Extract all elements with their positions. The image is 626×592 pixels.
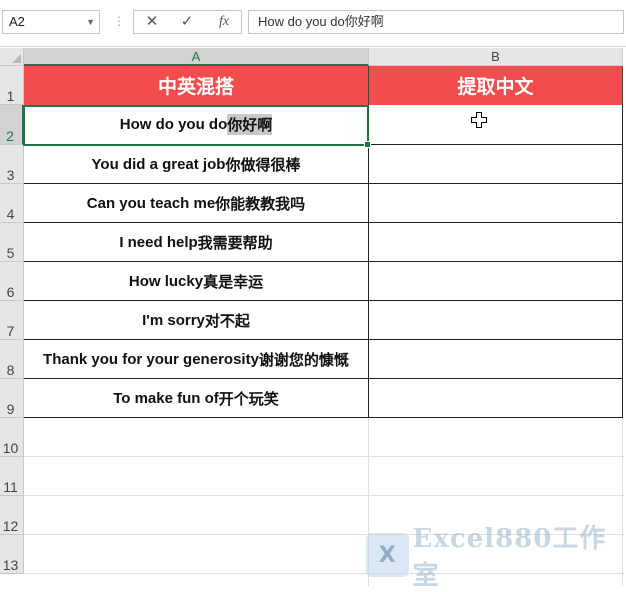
cell-a4[interactable]: Can you teach me 你能教教我吗	[24, 184, 369, 223]
gridline	[24, 495, 624, 496]
cell-a2[interactable]: How do you do 你好啊	[24, 105, 369, 145]
row-header-2[interactable]: 2	[0, 105, 24, 145]
row-header-8[interactable]: 8	[0, 340, 24, 379]
cell-cursor-icon	[471, 112, 487, 128]
header-cell-b[interactable]: 提取中文	[369, 66, 623, 105]
drag-handle-icon[interactable]: ⋮	[113, 14, 125, 28]
row-header-3[interactable]: 3	[0, 145, 24, 184]
cell-a9[interactable]: To make fun of 开个玩笑	[24, 379, 369, 418]
cell-b4[interactable]	[369, 184, 623, 223]
column-header-a[interactable]: A	[24, 48, 369, 66]
cell-b5[interactable]	[369, 223, 623, 262]
cell-english-text: I'm sorry	[142, 311, 205, 329]
cell-b2[interactable]	[369, 105, 623, 145]
cell-a5[interactable]: I need help 我需要帮助	[24, 223, 369, 262]
cell-b3[interactable]	[369, 145, 623, 184]
cell-chinese-text: 你做得很棒	[225, 156, 301, 174]
name-box-value: A2	[9, 14, 25, 29]
enter-icon[interactable]: ✓	[172, 11, 202, 33]
watermark-logo-icon: X	[366, 533, 409, 577]
cell-a7[interactable]: I'm sorry 对不起	[24, 301, 369, 340]
select-all-button[interactable]	[0, 48, 24, 66]
cell-chinese-text-selected: 你好啊	[227, 114, 273, 135]
cell-a8[interactable]: Thank you for your generosity 谢谢您的慷慨	[24, 340, 369, 379]
row-header-7[interactable]: 7	[0, 301, 24, 340]
cell-english-text: I need help	[119, 233, 198, 251]
cell-english-text: To make fun of	[113, 389, 219, 407]
cell-english-text: You did a great job	[91, 155, 226, 173]
row-header-10[interactable]: 10	[0, 418, 24, 457]
formula-input[interactable]: How do you do你好啊	[248, 10, 624, 34]
watermark-text: Excel880工作室	[412, 524, 607, 591]
row-header-9[interactable]: 9	[0, 379, 24, 418]
cell-b8[interactable]	[369, 340, 623, 379]
cell-english-text: Can you teach me	[86, 194, 216, 212]
cell-b7[interactable]	[369, 301, 623, 340]
cell-b6[interactable]	[369, 262, 623, 301]
row-header-4[interactable]: 4	[0, 184, 24, 223]
chevron-down-icon[interactable]: ▼	[86, 11, 95, 33]
formula-bar: A2 ▼ ⋮ ✕ ✓ fx How do you do你好啊	[0, 0, 626, 47]
cell-chinese-text: 我需要帮助	[197, 234, 273, 252]
cell-b9[interactable]	[369, 379, 623, 418]
cell-english-text: How lucky	[128, 272, 204, 290]
header-cell-a[interactable]: 中英混搭	[24, 66, 369, 105]
cell-chinese-text: 谢谢您的慷慨	[258, 351, 349, 369]
insert-function-icon[interactable]: fx	[209, 11, 239, 33]
cell-chinese-text: 真是幸运	[203, 273, 264, 291]
cell-chinese-text: 开个玩笑	[218, 390, 279, 408]
row-header-13[interactable]: 13	[0, 535, 24, 574]
cell-a3[interactable]: You did a great job 你做得很棒	[24, 145, 369, 184]
cell-chinese-text: 对不起	[204, 312, 250, 330]
column-header-b[interactable]: B	[369, 48, 623, 66]
name-box[interactable]: A2 ▼	[2, 10, 100, 34]
row-header-11[interactable]: 11	[0, 457, 24, 496]
watermark: X Excel880工作室	[366, 524, 626, 591]
formula-buttons: ✕ ✓ fx	[133, 10, 242, 34]
cancel-icon[interactable]: ✕	[137, 11, 167, 33]
cell-english-text: Thank you for your generosity	[43, 350, 259, 368]
row-header-6[interactable]: 6	[0, 262, 24, 301]
row-header-12[interactable]: 12	[0, 496, 24, 535]
row-header-1[interactable]: 1	[0, 66, 24, 105]
cell-english-text: How do you do	[119, 116, 228, 133]
cell-a6[interactable]: How lucky 真是幸运	[24, 262, 369, 301]
gridline	[24, 456, 624, 457]
cell-chinese-text: 你能教教我吗	[215, 195, 306, 213]
row-header-5[interactable]: 5	[0, 223, 24, 262]
